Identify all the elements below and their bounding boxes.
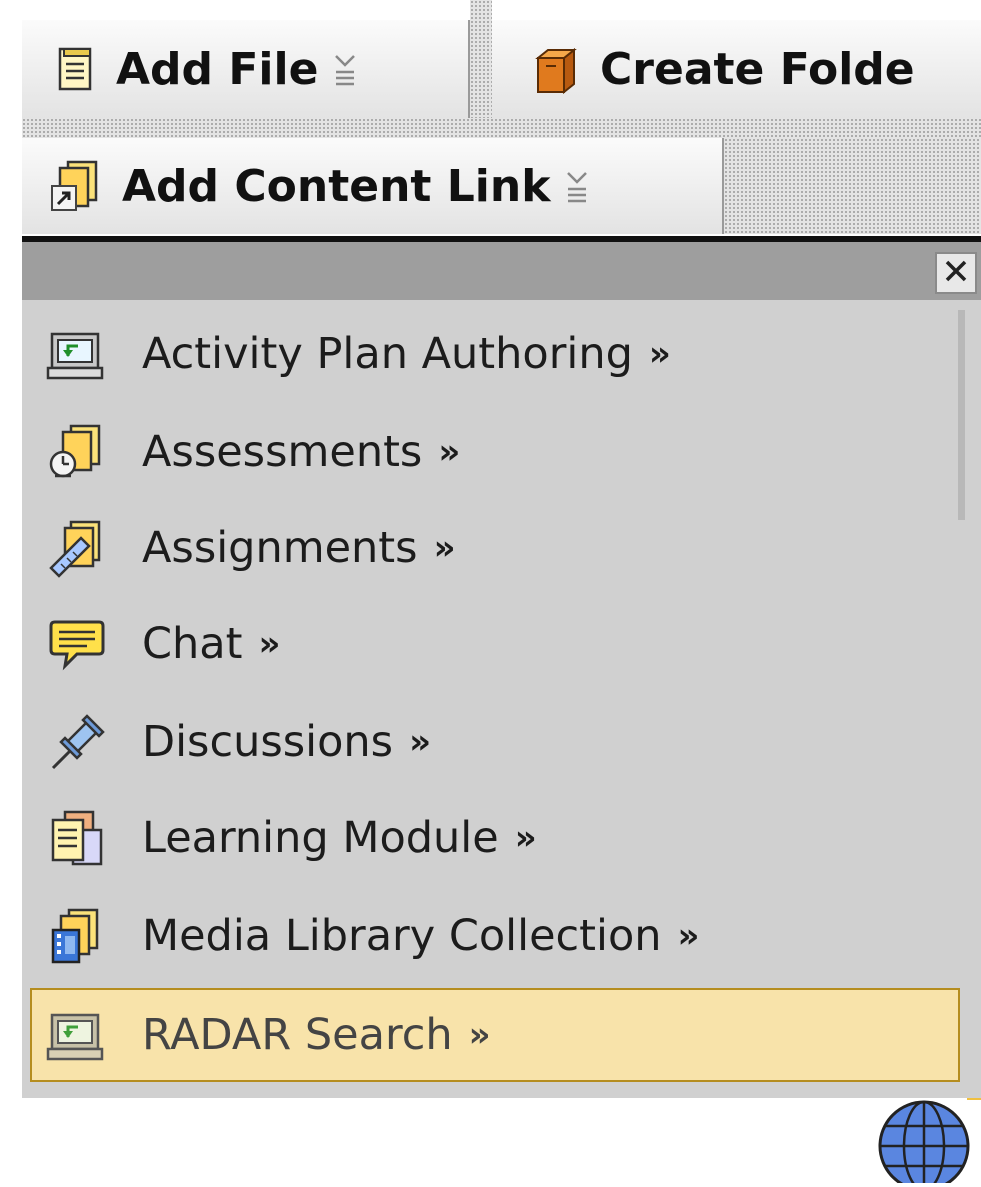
menu-item-label: Chat [142,619,243,669]
globe-icon[interactable] [878,1098,976,1187]
content-link-icon [50,158,100,214]
menu-item-label: Assessments [142,427,423,477]
toolbar-empty-area [724,138,981,234]
computer-icon [44,1007,110,1063]
menu-scrollbar[interactable] [958,310,965,520]
create-folder-label: Create Folde [600,43,915,95]
pushpin-icon [44,712,110,772]
menu-item-learning-module[interactable]: Learning Module » [22,802,960,874]
chevron-down-icon [566,169,588,203]
menu-item-label: RADAR Search [142,1010,453,1060]
menu-item-assessments[interactable]: Assessments » [22,416,960,488]
close-button[interactable] [935,252,977,294]
chevron-right-icon: » [648,334,671,374]
menu-header [22,236,981,300]
menu-item-activity-plan-authoring[interactable]: Activity Plan Authoring » [22,318,960,390]
folder-box-icon [534,44,578,94]
chevron-right-icon: » [514,818,537,858]
chevron-right-icon: » [409,722,432,762]
add-content-link-label: Add Content Link [122,160,551,212]
menu-item-radar-search[interactable]: RADAR Search » [30,988,960,1082]
menu-item-assignments[interactable]: Assignments » [22,512,960,584]
create-folder-button[interactable]: Create Folde [492,20,981,118]
menu-item-discussions[interactable]: Discussions » [22,706,960,778]
chevron-right-icon: » [258,624,281,664]
assessment-icon [44,422,110,482]
chevron-right-icon: » [433,528,456,568]
menu-item-label: Assignments [142,523,418,573]
assignment-icon [44,518,110,578]
chevron-right-icon: » [468,1015,491,1055]
menu-item-label: Learning Module [142,813,499,863]
close-icon [943,258,969,288]
menu-item-label: Activity Plan Authoring [142,329,633,379]
toolbar-divider [470,0,492,118]
chevron-right-icon: » [677,916,700,956]
chat-icon [44,616,110,672]
add-content-link-button[interactable]: Add Content Link [22,138,724,234]
document-icon [58,47,94,91]
chevron-down-icon [334,52,356,86]
learning-module-icon [44,808,110,868]
add-file-label: Add File [116,43,319,95]
menu-item-label: Discussions [142,717,394,767]
toolbar-separator-row [22,118,981,138]
computer-icon [44,326,110,382]
menu-item-label: Media Library Collection [142,911,662,961]
media-library-icon [44,906,110,966]
menu-item-media-library-collection[interactable]: Media Library Collection » [22,900,960,972]
add-content-link-menu: Activity Plan Authoring » Assessments » [22,236,981,1098]
menu-item-chat[interactable]: Chat » [22,608,960,680]
add-file-button[interactable]: Add File [22,20,470,118]
chevron-right-icon: » [438,432,461,472]
